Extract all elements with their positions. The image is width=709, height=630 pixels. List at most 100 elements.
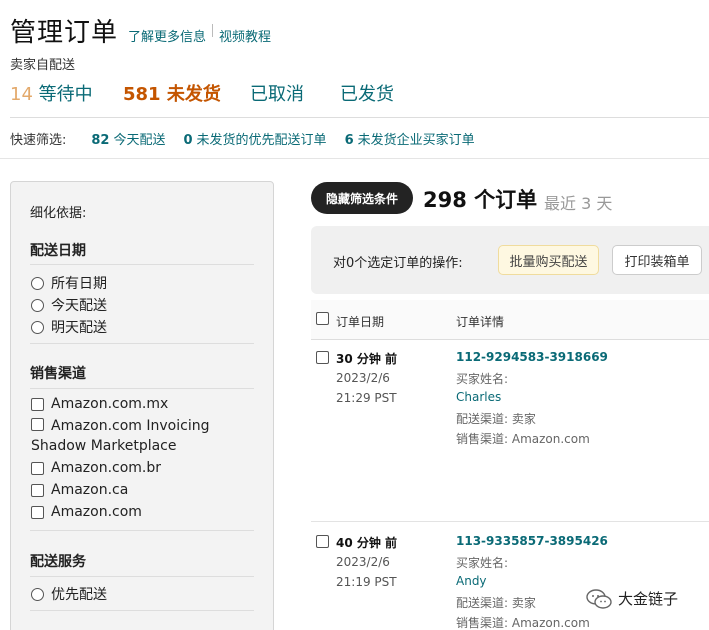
checkbox[interactable] [31,418,44,431]
option-label: 今天配送 [51,298,107,314]
watermark-text: 大金链子 [618,590,679,608]
option-label: Amazon.ca [51,482,129,498]
ship-service-option-priority[interactable]: 优先配送 [31,584,107,604]
order-count: 298 个订单 [423,188,538,212]
option-label: Amazon.com [51,504,142,520]
buyer-name-link[interactable]: Charles [456,390,501,404]
page-title: 管理订单 [10,18,119,48]
divider [30,576,254,577]
sales-channel-option-ca[interactable]: Amazon.ca [31,482,128,498]
divider [30,264,254,265]
ship-service-heading: 配送服务 [30,554,86,570]
header-separator [212,24,214,37]
ship-date-option-tomorrow[interactable]: 明天配送 [31,317,107,337]
table-row: 30 分钟 前 2023/2/6 21:29 PST 112-9294583-3… [311,345,709,515]
orders-table-header: 订单日期 订单详情 [311,300,709,340]
quick-filter-bar: 快速筛选: 82 今天配送 0 未发货的优先配送订单 6 未发货企业买家订单 [10,129,475,148]
bulk-action-label: 对0个选定订单的操作: [333,256,463,271]
checkbox[interactable] [31,461,44,475]
col-order-date[interactable]: 订单日期 [336,313,384,330]
radio-button[interactable] [31,276,44,290]
sales-channel-option-br[interactable]: Amazon.com.br [31,460,161,476]
order-time: 21:29 PST [336,391,397,405]
quick-filter-business-count: 6 [344,133,354,148]
ship-date-heading: 配送日期 [30,243,86,259]
checkbox[interactable] [31,397,44,411]
buyer-name-label: 买家姓名: [456,556,509,570]
video-tutorial-link[interactable]: 视频教程 [219,26,271,45]
option-label: Amazon.com.mx [51,396,169,412]
quick-filter-priority[interactable]: 0 未发货的优先配送订单 [184,129,327,148]
row-checkbox[interactable] [316,535,329,548]
select-all-checkbox[interactable] [316,312,329,325]
refine-title: 细化依据: [30,206,87,221]
page-header: 管理订单 了解更多信息 视频教程 [10,12,271,49]
row-divider [311,521,709,522]
quick-filter-today[interactable]: 82 今天配送 [91,129,165,148]
table-row: 40 分钟 前 2023/2/6 21:19 PST 113-9335857-3… [311,529,709,630]
checkbox[interactable] [31,505,44,519]
option-label: Amazon.com Invoicing Shadow Marketplace [31,418,210,454]
buyer-name-link[interactable]: Andy [456,574,487,588]
order-date: 2023/2/6 [336,371,390,385]
order-status-tabs: 14 等待中 581 未发货 已取消 已发货 [10,78,709,118]
order-date: 2023/2/6 [336,555,390,569]
option-label: 所有日期 [51,276,107,292]
quick-filter-today-label: 今天配送 [113,133,166,148]
order-age: 40 分钟 前 [336,536,398,550]
sales-channel-heading: 销售渠道 [30,366,86,382]
tab-pending[interactable]: 14 等待中 [10,80,93,106]
sales-channel: 销售渠道: Amazon.com [456,432,590,446]
tab-cancelled[interactable]: 已取消 [250,80,304,106]
tab-unshipped-count: 581 [123,84,161,105]
buy-shipping-button[interactable]: 批量购买配送 [498,245,599,275]
quick-filter-label: 快速筛选: [10,133,67,148]
divider [30,343,254,344]
refine-sidebar: 细化依据: 配送日期 所有日期 今天配送 明天配送 销售渠道 Amazon.co… [10,181,274,630]
radio-button[interactable] [31,298,44,312]
row-checkbox[interactable] [316,351,329,364]
option-label: 优先配送 [51,587,107,603]
sales-channel-option-invoicing[interactable]: Amazon.com Invoicing Shadow Marketplace [31,416,231,456]
ship-date-option-today[interactable]: 今天配送 [31,295,107,315]
learn-more-link[interactable]: 了解更多信息 [128,26,206,45]
date-range-label: 最近 3 天 [544,194,613,213]
wechat-icon [586,588,612,609]
tab-pending-label: 等待中 [38,84,93,105]
hide-filters-button[interactable]: 隐藏筛选条件 [311,182,413,214]
sales-channel-option-com[interactable]: Amazon.com [31,504,142,520]
divider [30,530,254,531]
tab-unshipped-label: 未发货 [166,84,221,105]
divider [30,610,254,611]
tab-unshipped[interactable]: 581 未发货 [123,80,221,106]
order-id-link[interactable]: 112-9294583-3918669 [456,350,608,364]
quick-filter-priority-count: 0 [183,133,193,148]
ship-date-option-all[interactable]: 所有日期 [31,273,107,293]
quick-filter-today-count: 82 [91,133,110,148]
seller-fulfilled-label: 卖家自配送 [10,58,76,73]
order-time: 21:19 PST [336,575,397,589]
divider [0,158,709,159]
quick-filter-business-label: 未发货企业买家订单 [357,133,475,148]
order-id-link[interactable]: 113-9335857-3895426 [456,534,608,548]
col-order-details: 订单详情 [456,315,505,329]
watermark: 大金链子 [586,588,678,609]
quick-filter-business[interactable]: 6 未发货企业买家订单 [345,129,475,148]
sales-channel: 销售渠道: Amazon.com [456,616,590,630]
option-label: Amazon.com.br [51,460,162,476]
option-label: 明天配送 [51,320,107,336]
fulfillment-channel: 配送渠道: 卖家 [456,412,536,426]
print-packing-slip-button[interactable]: 打印装箱单 [612,245,702,275]
tab-pending-count: 14 [10,84,33,105]
quick-filter-priority-label: 未发货的优先配送订单 [196,133,327,148]
order-age: 30 分钟 前 [336,352,398,366]
buyer-name-label: 买家姓名: [456,372,509,386]
fulfillment-channel: 配送渠道: 卖家 [456,596,536,610]
radio-button[interactable] [31,587,44,601]
bulk-action-bar: 对0个选定订单的操作: 批量购买配送 打印装箱单 [311,226,709,294]
checkbox[interactable] [31,483,44,497]
divider [30,388,254,389]
tab-shipped[interactable]: 已发货 [340,80,394,106]
sales-channel-option-mx[interactable]: Amazon.com.mx [31,396,168,412]
radio-button[interactable] [31,320,44,334]
